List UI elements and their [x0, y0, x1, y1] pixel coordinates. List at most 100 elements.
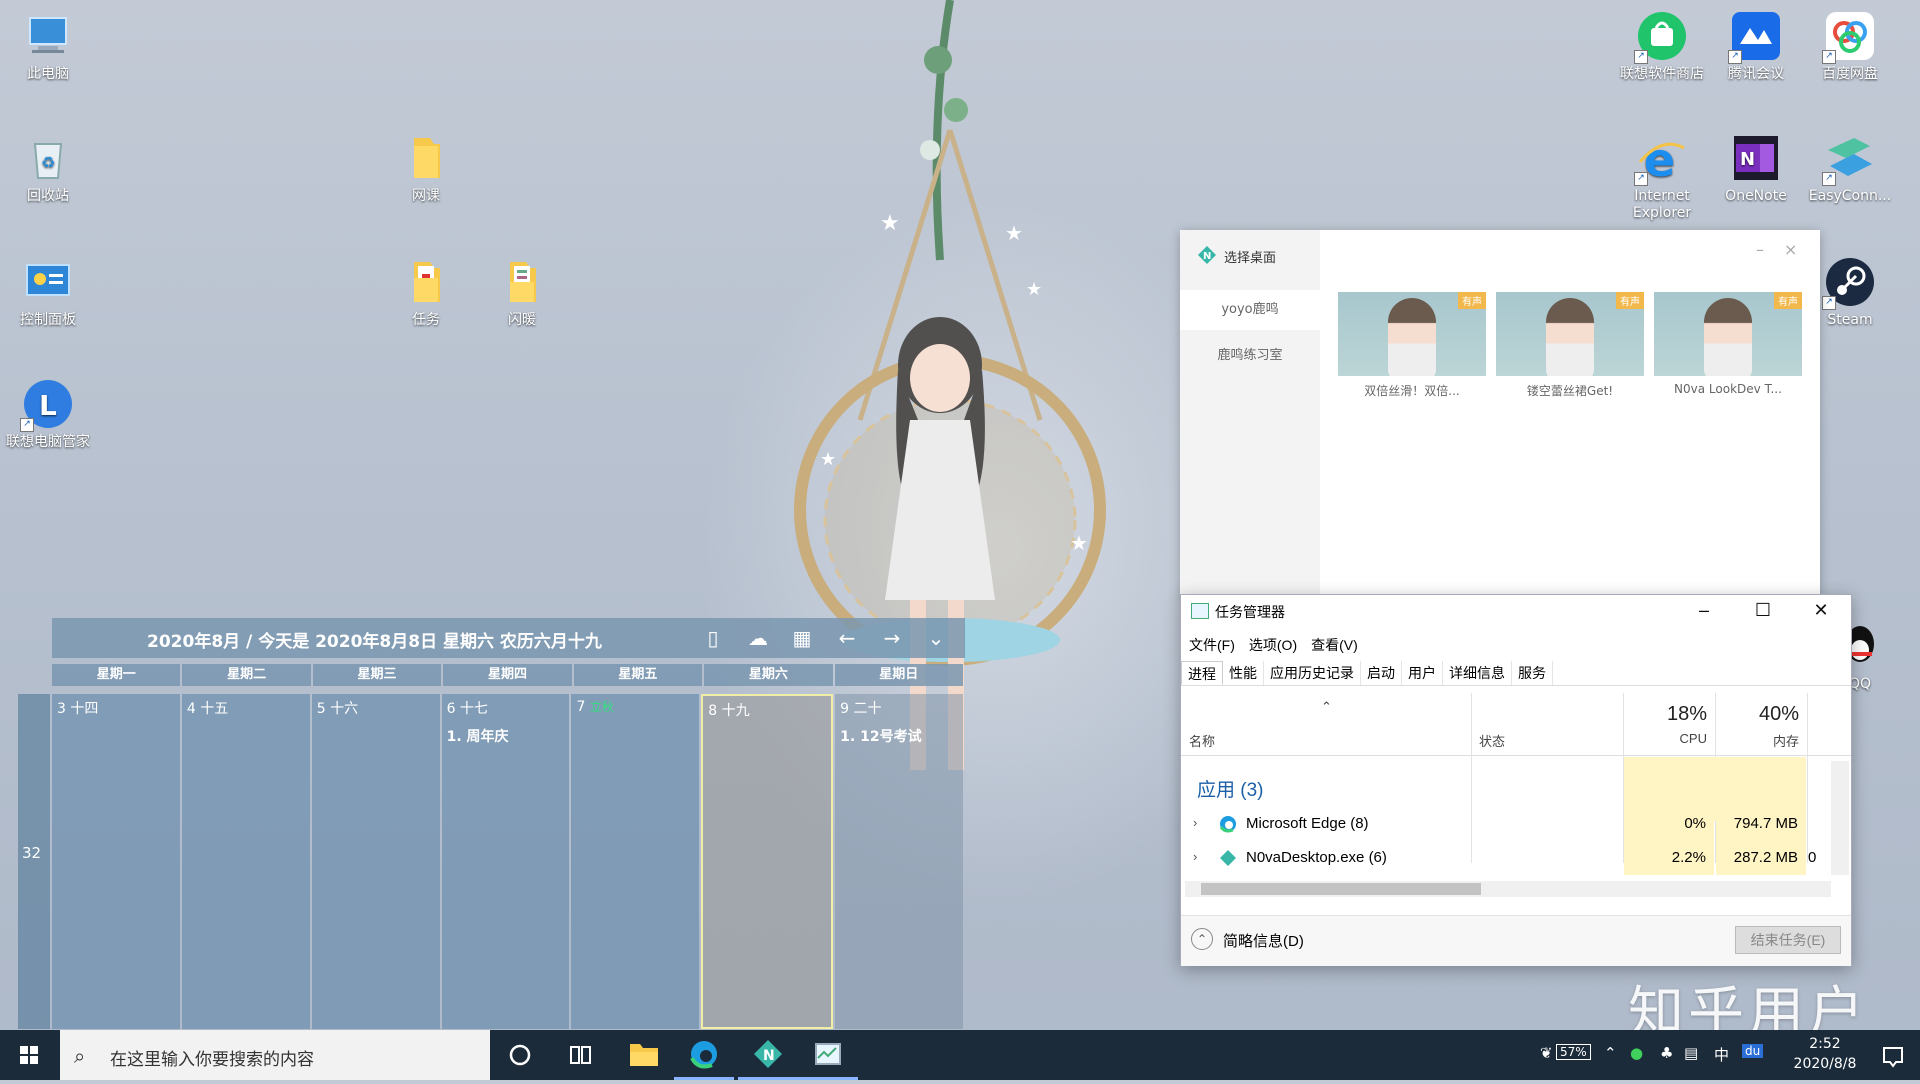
column-cpu[interactable]: CPU [1629, 731, 1707, 746]
tab-processes[interactable]: 进程 [1181, 661, 1223, 685]
search-box[interactable]: ⌕ 在这里输入你要搜索的内容 [60, 1030, 490, 1080]
close-icon[interactable]: × [1784, 240, 1797, 259]
tab-users[interactable]: 用户 [1402, 661, 1443, 685]
weekday-label: 星期日 [834, 664, 963, 686]
calendar-day-cell-today[interactable]: 8 十九 [701, 694, 834, 1029]
desktop-icon-baidu-netdisk[interactable]: ↗ 百度网盘 [1804, 10, 1896, 83]
memory-total-percent: 40% [1758, 703, 1799, 725]
close-button[interactable]: ✕ [1792, 595, 1850, 625]
day-event[interactable]: 1. 12号考试 [840, 726, 958, 746]
process-row[interactable]: › N0vaDesktop.exe (6) 2.2% 287.2 MB 0 [1181, 841, 1831, 875]
battery-indicator[interactable]: 57% [1556, 1044, 1591, 1060]
window-titlebar[interactable]: 任务管理器 – ☐ ✕ [1181, 595, 1851, 625]
horizontal-scrollbar[interactable] [1185, 881, 1831, 897]
network-icon[interactable]: ▤ [1684, 1044, 1698, 1062]
picker-sidebar-item[interactable]: 鹿鸣练习室 [1180, 336, 1320, 376]
cortana-circle-icon [509, 1044, 531, 1066]
desktop-folder-wangke[interactable]: 网课 [380, 132, 472, 205]
cortana-button[interactable] [490, 1030, 550, 1080]
chevron-right-icon[interactable]: › [1193, 849, 1197, 864]
svg-text:★: ★ [820, 449, 836, 470]
menu-view[interactable]: 查看(V) [1311, 635, 1358, 655]
desktop-icon-label: OneNote [1725, 188, 1787, 204]
folder-with-files-icon [510, 262, 536, 302]
desktop-folder-shannuan[interactable]: 闪暖 [476, 256, 568, 329]
desktop-icon-tencent-meeting[interactable]: ↗ 腾讯会议 [1710, 10, 1802, 83]
desktop-icon-internet-explorer[interactable]: e ↗ Internet Explorer [1616, 132, 1708, 222]
mobile-icon[interactable]: ▯ [699, 624, 727, 652]
column-memory[interactable]: 内存 [1721, 731, 1799, 750]
calendar-day-cell[interactable]: 3 十四 [52, 694, 180, 1029]
minimize-button[interactable]: – [1675, 595, 1733, 625]
desktop-folder-renwu[interactable]: 任务 [380, 256, 472, 329]
tray-battery-leaf-icon[interactable]: ❦ [1540, 1044, 1553, 1062]
task-view-button[interactable] [550, 1030, 610, 1080]
desktop-icon-recycle-bin[interactable]: ♻ 回收站 [2, 132, 94, 205]
thumbnail-figure [1704, 298, 1752, 376]
arrow-left-icon[interactable]: ← [833, 624, 861, 652]
arrow-right-icon[interactable]: → [878, 624, 906, 652]
tab-startup[interactable]: 启动 [1361, 661, 1402, 685]
minimize-icon[interactable]: – [1756, 240, 1764, 259]
desktop-icon-lenovo-store[interactable]: ↗ 联想软件商店 [1616, 10, 1708, 83]
calendar-title: 2020年8月 / 今天是 2020年8月8日 星期六 农历六月十九 [147, 632, 602, 652]
taskbar-task-manager[interactable] [798, 1030, 858, 1080]
wallpaper-thumbnail[interactable]: 有声 [1654, 292, 1802, 376]
desktop-icon-onenote[interactable]: N OneNote [1710, 132, 1802, 205]
window-footer: ⌃ 简略信息(D) 结束任务(E) [1181, 915, 1851, 966]
calendar-grid-icon[interactable]: ▦ [788, 624, 816, 652]
end-task-button[interactable]: 结束任务(E) [1735, 926, 1841, 954]
process-cpu: 0% [1624, 807, 1714, 841]
process-row[interactable]: › Microsoft Edge (8) 0% 794.7 MB [1181, 807, 1831, 841]
chevron-up-icon[interactable]: ⌃ [1604, 1044, 1617, 1062]
process-memory: 794.7 MB [1716, 807, 1806, 841]
calendar-day-cell[interactable]: 5 十六 [311, 694, 440, 1029]
day-event[interactable]: 1. 周年庆 [447, 726, 565, 746]
tab-services[interactable]: 服务 [1512, 661, 1553, 685]
wechat-icon[interactable]: ● [1630, 1044, 1643, 1062]
computer-icon [29, 17, 67, 53]
baidu-input-icon[interactable]: du [1742, 1044, 1764, 1058]
vertical-scrollbar[interactable] [1831, 761, 1849, 875]
calendar-day-cell[interactable]: 7 立秋 [571, 694, 700, 1029]
ime-indicator[interactable]: 中 [1714, 1044, 1729, 1065]
taskbar-n0va[interactable]: N [738, 1030, 798, 1080]
sync-check-icon[interactable]: ☁ [744, 624, 772, 652]
desktop-icon-control-panel[interactable]: 控制面板 [2, 256, 94, 329]
column-name[interactable]: 名称 [1189, 731, 1215, 750]
chevron-down-icon[interactable]: ⌄ [922, 624, 950, 652]
process-disk: 0 [1808, 849, 1817, 866]
qq-tray-icon[interactable]: ♣ [1660, 1044, 1673, 1062]
tab-performance[interactable]: 性能 [1223, 661, 1264, 685]
chevron-up-icon[interactable]: ⌃ [1191, 928, 1213, 950]
menu-options[interactable]: 选项(O) [1249, 635, 1297, 655]
taskbar-clock[interactable]: 2:52 2020/8/8 [1780, 1034, 1870, 1074]
task-view-icon [570, 1046, 591, 1064]
calendar-day-cell[interactable]: 9 二十 1. 12号考试 [835, 694, 964, 1029]
calendar-week-row: 3 十四 4 十五 5 十六 6 十七 1. 周年庆 7 立秋 8 十九 9 二十… [52, 694, 965, 1029]
chevron-right-icon[interactable]: › [1193, 815, 1197, 830]
search-icon: ⌕ [74, 1044, 86, 1068]
desktop-icon-easyconnect[interactable]: ↗ EasyConn... [1804, 132, 1896, 205]
svg-text:♻: ♻ [41, 153, 55, 172]
desktop-icon-lenovo-manager[interactable]: L ↗ 联想电脑管家 [2, 378, 94, 451]
tab-app-history[interactable]: 应用历史记录 [1264, 661, 1361, 685]
calendar-day-cell[interactable]: 4 十五 [181, 694, 310, 1029]
notification-button[interactable] [1866, 1040, 1920, 1072]
wallpaper-thumbnail[interactable]: 有声 [1338, 292, 1486, 376]
calendar-day-cell[interactable]: 6 十七 1. 周年庆 [441, 694, 570, 1029]
fewer-details-link[interactable]: 简略信息(D) [1223, 930, 1304, 951]
picker-sidebar-item[interactable]: yoyo鹿鸣 [1180, 290, 1320, 330]
start-button[interactable] [0, 1030, 58, 1080]
menu-file[interactable]: 文件(F) [1189, 635, 1235, 655]
desktop-icon-this-pc[interactable]: 此电脑 [2, 10, 94, 83]
taskbar-edge[interactable] [674, 1030, 734, 1080]
tab-details[interactable]: 详细信息 [1443, 661, 1512, 685]
column-status[interactable]: 状态 [1479, 731, 1505, 750]
maximize-button[interactable]: ☐ [1734, 595, 1792, 625]
day-date: 8 十九 [708, 703, 750, 719]
wallpaper-thumbnail[interactable]: 有声 [1496, 292, 1644, 376]
task-manager-icon [1191, 603, 1209, 619]
scrollbar-thumb[interactable] [1201, 883, 1481, 895]
taskbar-file-explorer[interactable] [614, 1030, 674, 1080]
